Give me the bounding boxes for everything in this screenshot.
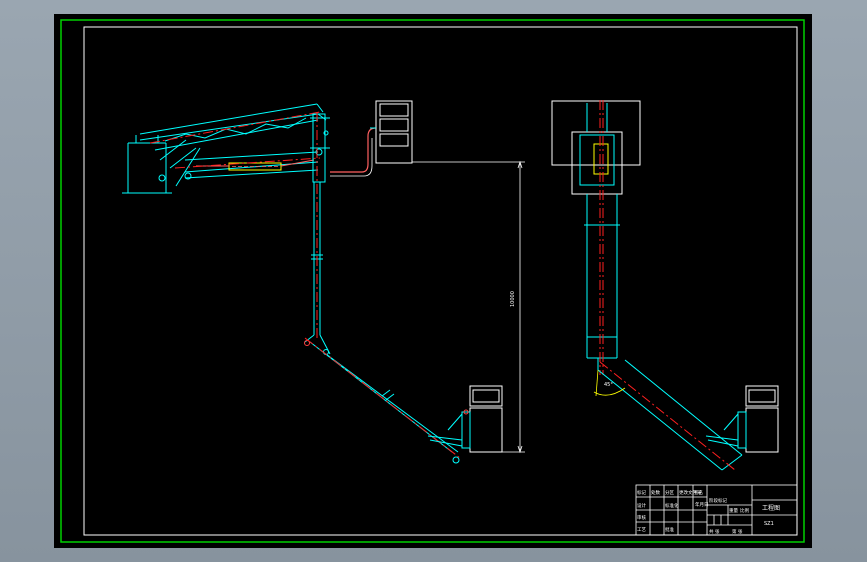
tb-cell: 分区 — [665, 489, 674, 496]
tb-cell: 标准化 — [665, 502, 679, 509]
tb-cell: 重量 — [729, 507, 738, 514]
height-dimension-label: 10000 — [510, 291, 516, 307]
cad-viewport[interactable]: 10000 45° 标记 处数 分区 更改文件号 签名 年月日 阶段标记 重量 … — [0, 0, 867, 562]
tb-cell: 标记 — [637, 489, 646, 496]
tb-cell: 阶段标记 — [709, 497, 727, 504]
sheet-number: 第 张 — [732, 528, 743, 535]
drawing-sheet — [54, 14, 812, 548]
angle-label: 45° — [604, 382, 613, 388]
drawing-code: SZ1 — [764, 521, 774, 527]
tb-cell: 处数 — [651, 489, 660, 496]
tb-cell: 批准 — [665, 526, 674, 533]
sheet-total: 共 张 — [709, 528, 720, 535]
tb-cell: 设计 — [637, 502, 646, 509]
drawing-title: 工程图 — [762, 504, 780, 512]
tb-cell: 比例 — [740, 507, 749, 514]
tb-cell: 审核 — [637, 514, 646, 521]
tb-cell: 工艺 — [637, 527, 646, 533]
tb-cell: 年月日 — [695, 501, 709, 508]
drawing-canvas[interactable]: 10000 45° 标记 处数 分区 更改文件号 签名 年月日 阶段标记 重量 … — [0, 0, 867, 562]
tb-cell: 签名 — [694, 489, 703, 496]
